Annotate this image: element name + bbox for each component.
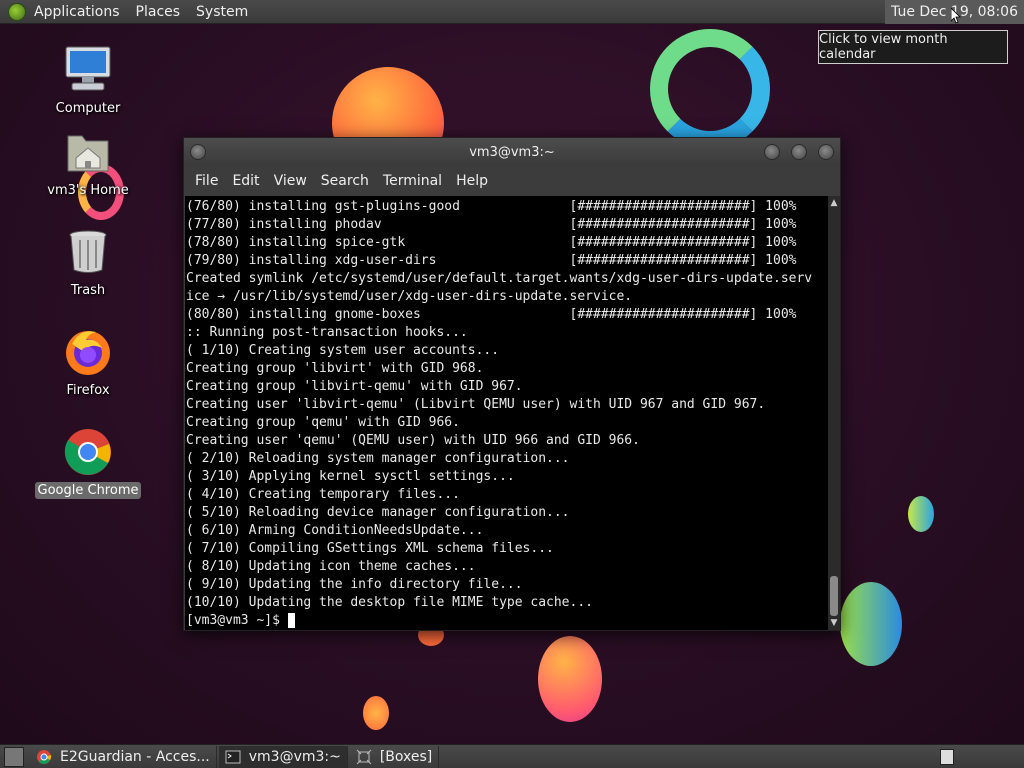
desktop-icon-home[interactable]: vm3's Home [33, 126, 143, 199]
chrome-icon [37, 749, 52, 764]
scroll-down-arrow-icon[interactable]: ▼ [829, 618, 839, 628]
computer-icon [62, 44, 114, 96]
wallpaper-shape [538, 636, 602, 722]
taskbar-item-terminal[interactable]: vm3@vm3:~ [218, 745, 348, 768]
minimize-button[interactable] [764, 144, 780, 160]
desktop-icon-google-chrome[interactable]: Google Chrome [33, 426, 143, 499]
terminal-window[interactable]: vm3@vm3:~ File Edit View Search Terminal… [183, 137, 841, 631]
text-cursor [287, 613, 295, 628]
desktop: Computer vm3's Home Trash Firefox Google… [0, 24, 1024, 744]
terminal-icon [225, 750, 241, 763]
terminal-line: ( 3/10) Applying kernel sysctl settings.… [186, 469, 515, 484]
terminal-scrollbar[interactable]: ▲ ▼ [828, 196, 840, 630]
desktop-icon-label: Computer [55, 101, 121, 116]
terminal-line: (77/80) installing phodav [#############… [186, 217, 797, 232]
menu-terminal[interactable]: Terminal [376, 173, 449, 189]
desktop-icon-firefox[interactable]: Firefox [33, 326, 143, 399]
terminal-line: ( 9/10) Updating the info directory file… [186, 577, 523, 592]
terminal-line: ( 6/10) Arming ConditionNeedsUpdate... [186, 523, 484, 538]
chrome-icon [62, 426, 114, 478]
wallpaper-shape [908, 496, 934, 532]
terminal-line: Creating group 'libvirt' with GID 968. [186, 361, 484, 376]
menu-places[interactable]: Places [128, 4, 189, 20]
show-desktop-button[interactable] [4, 746, 24, 767]
home-folder-icon [62, 126, 114, 178]
top-panel: Applications Places System Tue Dec 19, 0… [0, 0, 1024, 24]
clock-tooltip: Click to view month calendar [818, 30, 1008, 64]
terminal-line: Creating user 'qemu' (QEMU user) with UI… [186, 433, 640, 448]
terminal-prompt-line[interactable]: [vm3@vm3 ~]$ [186, 612, 828, 630]
menu-system[interactable]: System [188, 4, 256, 20]
window-title: vm3@vm3:~ [469, 144, 555, 160]
terminal-line: (78/80) installing spice-gtk [##########… [186, 235, 797, 250]
wallpaper-shape [840, 582, 902, 666]
terminal-line: (80/80) installing gnome-boxes [########… [186, 307, 797, 322]
terminal-line: Created symlink /etc/systemd/user/defaul… [186, 271, 813, 286]
terminal-line: Creating group 'qemu' with GID 966. [186, 415, 460, 430]
mouse-pointer-icon [951, 8, 961, 24]
terminal-output[interactable]: (76/80) installing gst-plugins-good [###… [185, 196, 828, 630]
taskbar-item-label: vm3@vm3:~ [248, 748, 341, 765]
trash-icon [62, 226, 114, 278]
wallpaper-ring [650, 29, 770, 149]
wallpaper-shape [363, 696, 389, 730]
desktop-icon-computer[interactable]: Computer [33, 44, 143, 117]
menu-view[interactable]: View [267, 173, 314, 189]
taskbar-item-label: E2Guardian - Acces... [60, 748, 210, 765]
taskbar-item-label: [Boxes] [379, 748, 433, 765]
menu-edit[interactable]: Edit [225, 173, 266, 189]
desktop-icon-label: Google Chrome [34, 482, 142, 499]
taskbar-item-boxes[interactable]: [Boxes] [350, 745, 440, 768]
desktop-icon-label: Firefox [66, 383, 110, 398]
desktop-icon-label: Trash [70, 283, 106, 298]
menu-file[interactable]: File [188, 173, 225, 189]
terminal-line: ( 5/10) Reloading device manager configu… [186, 505, 570, 520]
distro-logo-icon[interactable] [8, 2, 26, 21]
terminal-line: ( 8/10) Updating icon theme caches... [186, 559, 476, 574]
scroll-up-arrow-icon[interactable]: ▲ [829, 198, 839, 208]
terminal-line: ( 1/10) Creating system user accounts... [186, 343, 500, 358]
terminal-line: :: Running post-transaction hooks... [186, 325, 468, 340]
terminal-line: ( 2/10) Reloading system manager configu… [186, 451, 570, 466]
desktop-icon-trash[interactable]: Trash [33, 226, 143, 299]
menu-search[interactable]: Search [314, 173, 376, 189]
terminal-line: (79/80) installing xdg-user-dirs [######… [186, 253, 797, 268]
boxes-icon [356, 749, 372, 764]
maximize-button[interactable] [791, 144, 807, 160]
taskbar-item-e2guardian[interactable]: E2Guardian - Acces... [30, 745, 217, 768]
terminal-line: ice → /usr/lib/systemd/user/xdg-user-dir… [186, 289, 633, 304]
scrollbar-thumb[interactable] [830, 576, 838, 616]
terminal-line: ( 4/10) Creating temporary files... [186, 487, 460, 502]
desktop-icon-label: vm3's Home [47, 183, 129, 198]
menu-applications[interactable]: Applications [26, 4, 128, 20]
window-menu-button[interactable] [190, 144, 206, 160]
terminal-prompt: [vm3@vm3 ~]$ [186, 613, 288, 628]
terminal-line: (76/80) installing gst-plugins-good [###… [186, 199, 797, 214]
terminal-line: ( 7/10) Compiling GSettings XML schema f… [186, 541, 554, 556]
bottom-panel: E2Guardian - Acces... vm3@vm3:~ [Boxes] [0, 744, 1024, 768]
terminal-line: Creating user 'libvirt-qemu' (Libvirt QE… [186, 397, 766, 412]
terminal-line: Creating group 'libvirt-qemu' with GID 9… [186, 379, 523, 394]
menu-help[interactable]: Help [449, 173, 495, 189]
terminal-line: (10/10) Updating the desktop file MIME t… [186, 595, 593, 610]
terminal-lines: (76/80) installing gst-plugins-good [###… [186, 198, 828, 612]
workspace-switcher[interactable] [940, 749, 954, 765]
window-titlebar[interactable]: vm3@vm3:~ [184, 138, 840, 166]
firefox-icon [62, 326, 114, 378]
close-button[interactable] [818, 144, 834, 160]
terminal-menubar: File Edit View Search Terminal Help [184, 166, 840, 196]
